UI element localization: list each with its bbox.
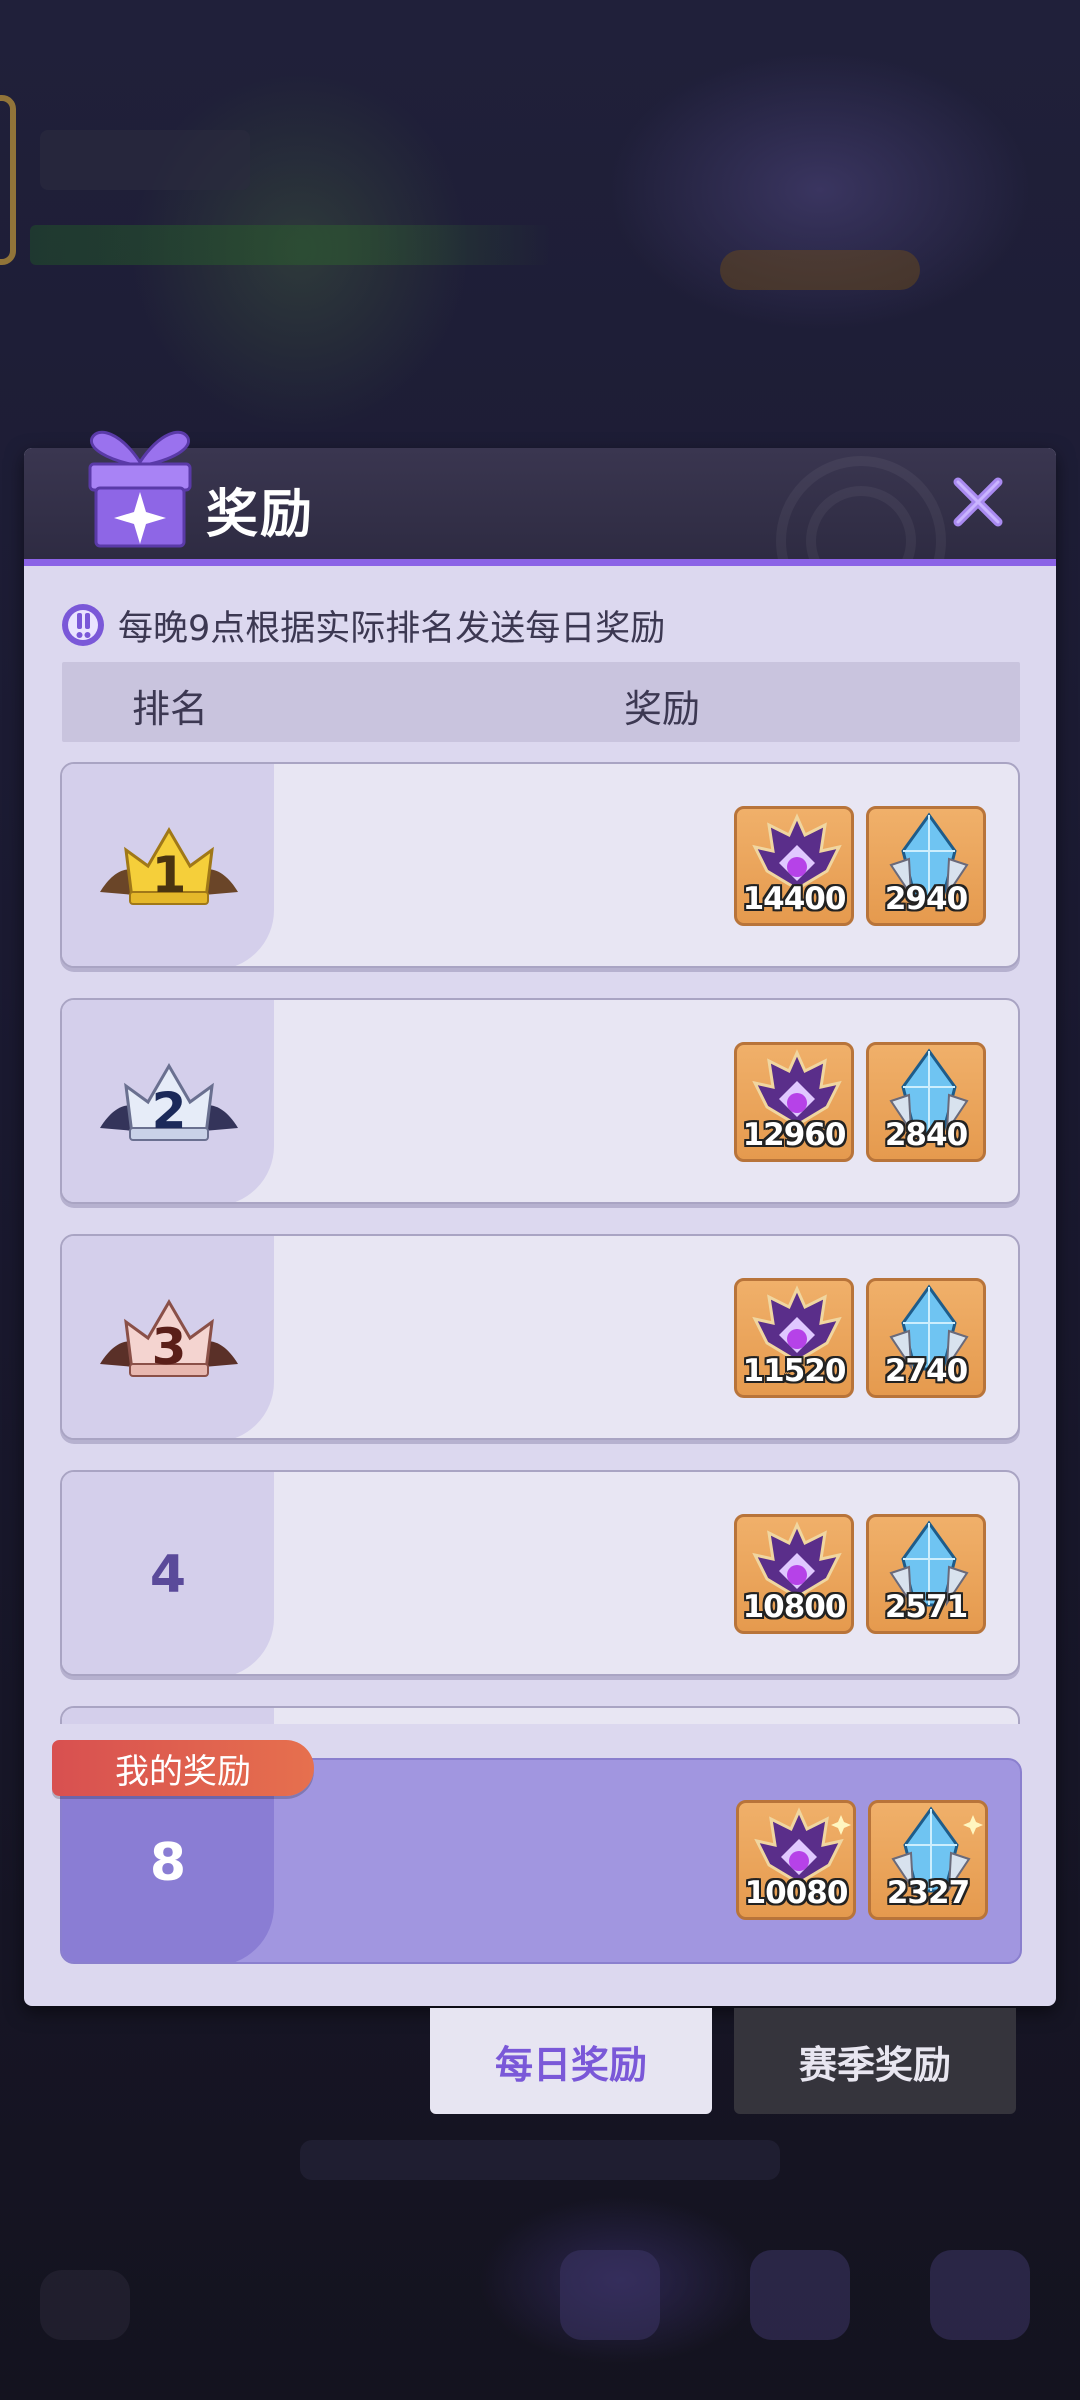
reward-items: 10800 2571 bbox=[734, 1514, 986, 1634]
background-glow bbox=[720, 250, 920, 290]
gift-icon bbox=[88, 430, 192, 548]
reward-item[interactable]: 10800 bbox=[734, 1514, 854, 1634]
reward-count: 2571 bbox=[884, 1589, 968, 1625]
notice-text: 每晚9点根据实际排名发送每日奖励 bbox=[118, 608, 666, 649]
reward-count: 12960 bbox=[742, 1117, 847, 1153]
my-reward-badge: 我的奖励 bbox=[52, 1740, 314, 1796]
reward-item[interactable]: 2571 bbox=[866, 1514, 986, 1634]
dialog-title: 奖励 bbox=[206, 485, 315, 545]
column-header-reward: 奖励 bbox=[624, 687, 701, 731]
reward-list[interactable]: 1 14400 2940 2 12960 2840 3 11520 2740 4… bbox=[60, 762, 1022, 1724]
reward-count: 2940 bbox=[884, 881, 968, 917]
rank-number: 4 bbox=[149, 1545, 187, 1605]
rank-label: 3 bbox=[152, 1318, 187, 1376]
reward-items: 12960 2840 bbox=[734, 1042, 986, 1162]
reward-items: 14400 2940 bbox=[734, 806, 986, 926]
reward-count: 14400 bbox=[742, 881, 847, 917]
notice: 每晚9点根据实际排名发送每日奖励 bbox=[60, 598, 665, 652]
gold-crown-icon: 1 bbox=[100, 827, 238, 905]
reward-item[interactable]: 12960 bbox=[734, 1042, 854, 1162]
reward-count: 10800 bbox=[742, 1589, 847, 1625]
rank-label: 1 bbox=[152, 846, 187, 904]
reward-count: 2740 bbox=[884, 1353, 968, 1389]
close-icon[interactable] bbox=[950, 474, 1006, 530]
background-frame bbox=[0, 95, 16, 265]
column-header-rank: 排名 bbox=[132, 687, 209, 731]
reward-count: 11520 bbox=[742, 1353, 847, 1389]
background-panel bbox=[40, 130, 250, 190]
reward-item[interactable]: 10080 bbox=[736, 1800, 856, 1920]
table-header: 排名 奖励 bbox=[62, 662, 1020, 742]
reward-item[interactable]: 11520 bbox=[734, 1278, 854, 1398]
reward-items: 10080 2327 bbox=[736, 1800, 988, 1920]
tab-season-reward[interactable]: 赛季奖励 bbox=[734, 2008, 1016, 2114]
reward-count: 10080 bbox=[744, 1875, 849, 1911]
background-nav bbox=[0, 2250, 1080, 2380]
background-progress bbox=[30, 225, 550, 265]
reward-dialog: 奖励 每晚9点根据实际排名发送每日奖励 排名 奖励 1 14400 2940 2… bbox=[24, 430, 1056, 2006]
silver-crown-icon: 2 bbox=[100, 1063, 238, 1141]
bronze-crown-icon: 3 bbox=[100, 1299, 238, 1377]
table-row: 3 11520 2740 bbox=[60, 1234, 1020, 1440]
reward-count: 2327 bbox=[886, 1875, 970, 1911]
reward-item[interactable]: 14400 bbox=[734, 806, 854, 926]
table-row: 4 10800 2571 bbox=[60, 1470, 1020, 1676]
reward-items: 11520 2740 bbox=[734, 1278, 986, 1398]
table-row: 2 12960 2840 bbox=[60, 998, 1020, 1204]
table-row: 1 14400 2940 bbox=[60, 762, 1020, 968]
reward-count: 2840 bbox=[884, 1117, 968, 1153]
background-caption bbox=[300, 2140, 780, 2180]
reward-item[interactable]: 2840 bbox=[866, 1042, 986, 1162]
reward-item[interactable]: 2940 bbox=[866, 806, 986, 926]
reward-item[interactable]: 2740 bbox=[866, 1278, 986, 1398]
reward-item[interactable]: 2327 bbox=[868, 1800, 988, 1920]
info-icon bbox=[62, 604, 104, 646]
rank-label: 2 bbox=[152, 1082, 187, 1140]
table-row bbox=[60, 1706, 1020, 1724]
tab-daily-reward[interactable]: 每日奖励 bbox=[430, 2008, 712, 2114]
